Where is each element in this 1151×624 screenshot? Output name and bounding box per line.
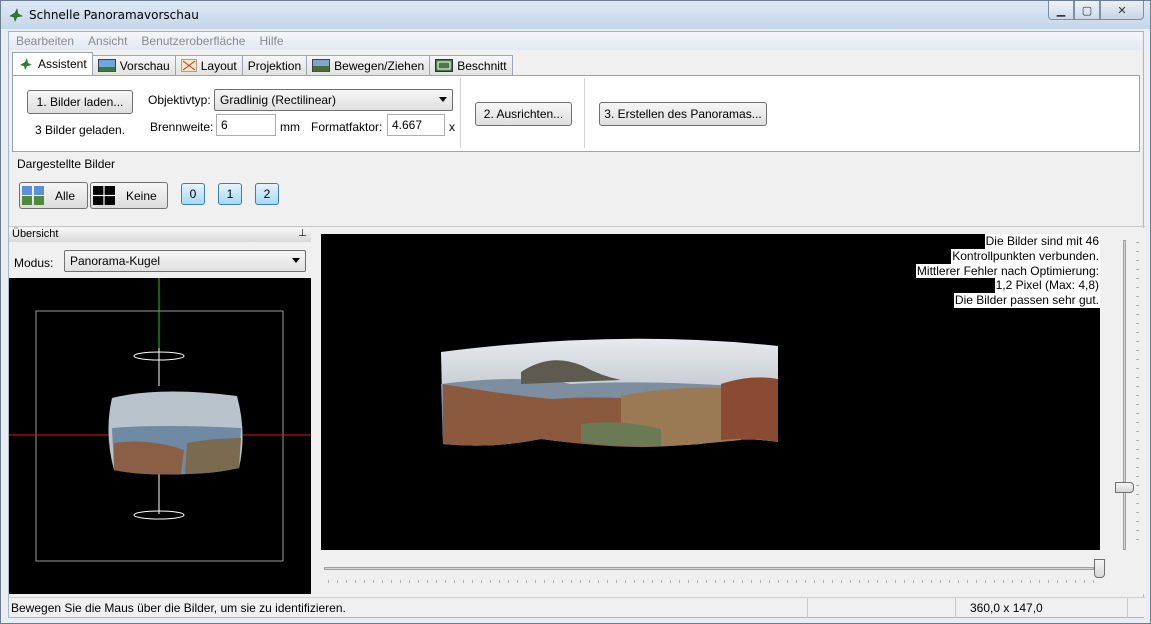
app-window: Schnelle Panoramavorschau ▁ ▢ ✕ Bearbeit… (0, 0, 1151, 624)
crop-factor-unit: x (449, 120, 455, 134)
info-line-4: 1,2 Pixel (Max: 4,8) (994, 278, 1100, 294)
panorama-sphere-view (9, 278, 311, 562)
vertical-fov-slider-thumb[interactable] (1115, 482, 1134, 493)
close-button[interactable]: ✕ (1100, 1, 1144, 20)
info-line-3: Mittlerer Fehler nach Optimierung: (915, 263, 1100, 279)
preview-panel: Die Bilder sind mit 46 Kontrollpunkten v… (316, 228, 1145, 594)
focal-length-unit: mm (280, 120, 300, 134)
show-none-label: Keine (126, 189, 157, 203)
maximize-icon: ▢ (1081, 3, 1093, 17)
load-images-button[interactable]: 1. Bilder laden... (27, 90, 133, 114)
layout-icon (180, 59, 197, 72)
optimization-info: Die Bilder sind mit 46 Kontrollpunkten v… (915, 234, 1100, 308)
horizontal-fov-slider-track[interactable] (324, 567, 1094, 570)
displayed-images-title: Dargestellte Bilder (17, 157, 116, 171)
tab-label: Projektion (247, 58, 302, 73)
vertical-fov-slider-track[interactable] (1123, 240, 1126, 550)
tab-vorschau[interactable]: Vorschau (91, 55, 176, 75)
menu-ansicht[interactable]: Ansicht (81, 32, 134, 50)
mode-select[interactable]: Panorama-Kugel (64, 250, 306, 272)
divider (460, 78, 461, 148)
lens-type-value: Gradlinig (Rectilinear) (220, 93, 337, 107)
crop-factor-input[interactable]: 4.667 (387, 114, 445, 136)
divider (1127, 598, 1128, 618)
crop-factor-label: Formatfaktor: (311, 120, 383, 134)
overview-panel: Übersicht ⊥ Modus: Panorama-Kugel (9, 228, 311, 594)
status-message: Bewegen Sie die Maus über die Bilder, um… (11, 601, 346, 615)
maximize-button[interactable]: ▢ (1074, 1, 1100, 20)
menu-hilfe[interactable]: Hilfe (252, 32, 290, 50)
lens-type-label: Objektivtyp: (148, 93, 211, 107)
overview-title: Übersicht (12, 228, 59, 240)
hugin-icon (9, 8, 23, 22)
mode-value: Panorama-Kugel (70, 254, 161, 268)
align-button[interactable]: 2. Ausrichten... (475, 102, 572, 126)
tab-label: Layout (200, 58, 237, 73)
tab-label: Bewegen/Ziehen (334, 58, 425, 73)
preview-landscape-icon (97, 59, 116, 72)
info-line-5: Die Bilder passen sehr gut. (953, 293, 1100, 308)
tab-bewegen-ziehen[interactable]: Bewegen/Ziehen (306, 55, 431, 75)
overview-canvas[interactable] (9, 278, 311, 594)
divider (9, 226, 1145, 227)
show-none-button[interactable]: Keine (90, 182, 168, 209)
image-toggle-1[interactable]: 1 (218, 183, 242, 205)
create-panorama-button[interactable]: 3. Erstellen des Panoramas... (599, 102, 767, 126)
minimize-button[interactable]: ▁ (1048, 1, 1074, 20)
lens-type-select[interactable]: Gradlinig (Rectilinear) (214, 89, 453, 111)
tab-label: Beschnitt (457, 58, 507, 73)
show-all-label: Alle (55, 189, 76, 203)
horizontal-slider-ticks (328, 580, 1098, 583)
window-title: Schnelle Panoramavorschau (29, 8, 199, 22)
divider (584, 78, 585, 148)
menu-bearbeiten[interactable]: Bearbeiten (9, 32, 81, 50)
show-all-icon (22, 186, 44, 205)
loaded-status: 3 Bilder geladen. (35, 123, 126, 137)
preview-canvas[interactable]: Die Bilder sind mit 46 Kontrollpunkten v… (321, 234, 1100, 550)
overview-header: Übersicht ⊥ (9, 228, 311, 242)
tab-layout[interactable]: Layout (174, 55, 243, 75)
focal-length-label: Brennweite: (150, 120, 214, 134)
divider (955, 598, 956, 618)
vertical-slider-ticks (1136, 242, 1139, 548)
status-bar: Bewegen Sie die Maus über die Bilder, um… (9, 597, 1145, 618)
menu-bar: Bearbeiten Ansicht Benutzeroberfläche Hi… (9, 32, 1143, 50)
tab-label: Assistent (38, 57, 87, 71)
horizontal-fov-slider-thumb[interactable] (1094, 559, 1105, 578)
image-toggle-2[interactable]: 2 (255, 183, 279, 205)
show-none-icon (93, 186, 115, 205)
show-all-button[interactable]: Alle (19, 182, 88, 209)
info-line-1: Die Bilder sind mit 46 (984, 234, 1100, 249)
assistant-panel: 1. Bilder laden... 3 Bilder geladen. Obj… (12, 75, 1140, 152)
menu-benutzeroberflaeche[interactable]: Benutzeroberfläche (134, 32, 252, 50)
tab-label: Vorschau (119, 58, 170, 73)
info-line-2: Kontrollpunkten verbunden. (951, 248, 1100, 264)
move-drag-icon (312, 59, 331, 72)
crop-icon (435, 59, 454, 72)
tab-projektion[interactable]: Projektion (241, 55, 308, 75)
hugin-icon (20, 58, 32, 70)
close-icon: ✕ (1117, 3, 1127, 17)
minimize-icon: ▁ (1056, 3, 1066, 17)
tab-beschnitt[interactable]: Beschnitt (429, 55, 513, 75)
mode-label: Modus: (14, 256, 54, 270)
chevron-down-icon (439, 97, 447, 102)
focal-length-input[interactable]: 6 (216, 114, 276, 136)
image-toggle-0[interactable]: 0 (181, 183, 205, 205)
tab-assistent[interactable]: Assistent (12, 52, 93, 75)
chevron-down-icon (292, 258, 300, 263)
divider (807, 598, 808, 618)
field-of-view-readout: 360,0 x 147,0 (970, 601, 1043, 615)
pin-icon[interactable]: ⊥ (298, 228, 307, 239)
client-area: Bearbeiten Ansicht Benutzeroberfläche Hi… (8, 31, 1145, 618)
tab-strip: Assistent Vorschau Layout Projektion Bew… (12, 52, 513, 75)
title-bar[interactable]: Schnelle Panoramavorschau ▁ ▢ ✕ (1, 1, 1150, 29)
